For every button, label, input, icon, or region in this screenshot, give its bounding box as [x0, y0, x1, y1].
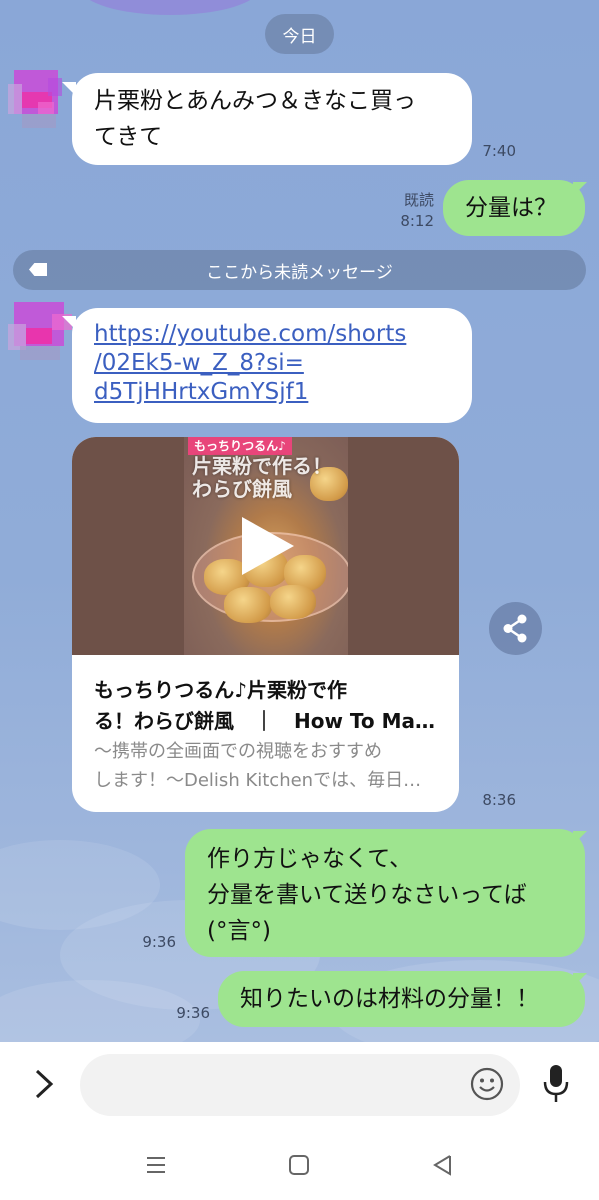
message-text-line: てきて	[94, 124, 163, 150]
video-thumbnail[interactable]: もっちりつるん♪ 片栗粉で作る！わらび餅風	[184, 437, 348, 655]
outgoing-message[interactable]: 知りたいのは材料の分量！！	[218, 971, 585, 1027]
message-time: 9:36	[176, 1004, 210, 1022]
card-title: もっちりつるん♪片栗粉で作 る！わらび餅風 ｜ How To Ma…	[94, 678, 436, 733]
message-link[interactable]: https://youtube.com/shorts	[94, 320, 450, 349]
system-navigation-bar	[0, 1130, 599, 1200]
chat-background: 今日 片栗粉とあんみつ＆きなこ買っ てきて 7:40 既読 8:12 分量は？ …	[0, 0, 599, 1042]
date-separator: 今日	[265, 14, 334, 54]
decorative-blob	[80, 0, 260, 15]
avatar[interactable]	[8, 62, 74, 128]
back-icon[interactable]	[428, 1150, 458, 1180]
share-button[interactable]	[489, 602, 542, 655]
incoming-message[interactable]: 片栗粉とあんみつ＆きなこ買っ てきて	[72, 73, 472, 165]
message-time: 7:40	[482, 142, 516, 160]
outgoing-message[interactable]: 作り方じゃなくて、 分量を書いて送りなさいってば (°言°)	[185, 829, 585, 957]
thumbnail-tag: もっちりつるん♪	[188, 437, 292, 455]
read-receipt: 既読	[403, 191, 434, 209]
incoming-link-message[interactable]: https://youtube.com/shorts /02Ek5-w_Z_8?…	[72, 308, 472, 423]
message-time: 8:12	[400, 212, 434, 230]
home-icon[interactable]	[284, 1150, 314, 1180]
smiley-icon[interactable]	[470, 1067, 504, 1101]
chevron-right-icon[interactable]	[33, 1066, 55, 1102]
menu-icon[interactable]	[141, 1150, 171, 1180]
message-input[interactable]	[80, 1054, 520, 1116]
thumbnail-title: 片栗粉で作る！わらび餅風	[192, 454, 332, 501]
tag-icon	[29, 263, 47, 276]
message-time: 9:36	[142, 933, 176, 951]
microphone-icon[interactable]	[540, 1062, 572, 1106]
card-description: 〜携帯の全画面での視聴をおすすめ します！〜Delish Kitchenでは、毎…	[94, 741, 422, 791]
outgoing-message[interactable]: 分量は？	[443, 180, 585, 236]
message-text-line: 片栗粉とあんみつ＆きなこ買っ	[94, 88, 416, 114]
unread-divider-label: ここから未読メッセージ	[206, 262, 393, 283]
message-link[interactable]: /02Ek5-w_Z_8?si=	[94, 349, 450, 378]
share-icon	[503, 614, 527, 643]
link-preview-card[interactable]: もっちりつるん♪ 片栗粉で作る！わらび餅風 もっちりつるん♪片栗粉で作 る！わら…	[72, 437, 459, 812]
message-time: 8:36	[482, 791, 516, 809]
message-input-bar	[0, 1042, 599, 1130]
avatar[interactable]	[8, 294, 74, 360]
unread-divider: ここから未読メッセージ	[13, 250, 586, 290]
message-link[interactable]: d5TjHHrtxGmYSjf1	[94, 378, 450, 407]
